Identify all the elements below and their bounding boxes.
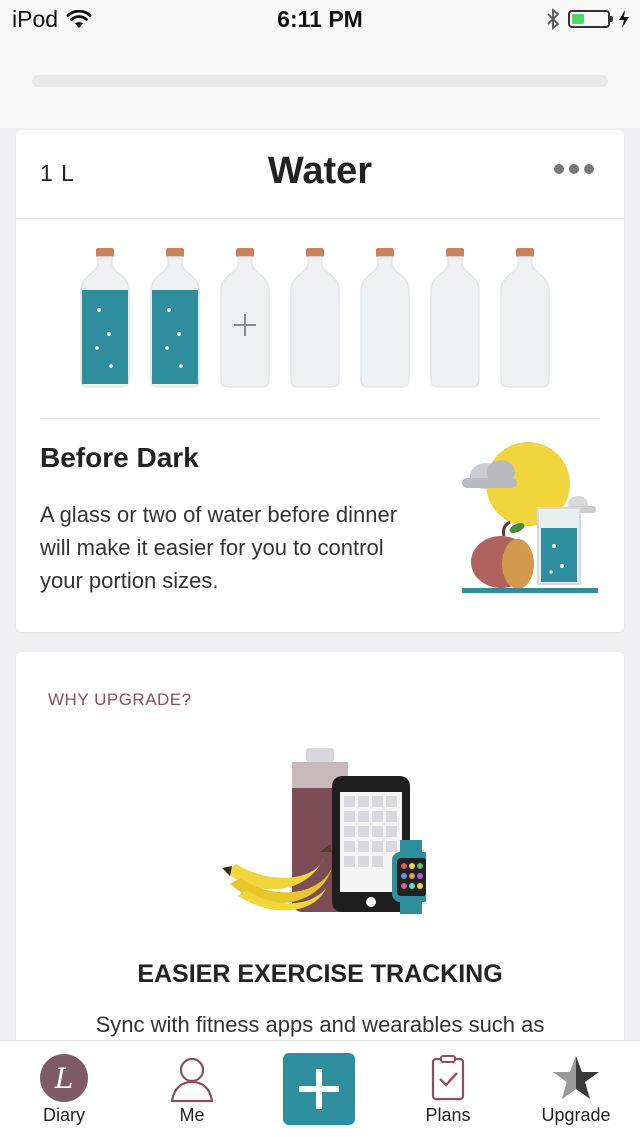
- water-bottle-empty: [430, 248, 480, 388]
- divider: [40, 418, 600, 419]
- upgrade-body: Sync with fitness apps and wearables suc…: [95, 1012, 545, 1037]
- add-water-bottle[interactable]: [219, 248, 271, 388]
- tab-upgrade-label: Upgrade: [541, 1105, 611, 1125]
- tip-title: Before Dark: [40, 442, 199, 473]
- water-bottle-filled: [150, 248, 200, 388]
- water-bottle-empty: [360, 248, 410, 388]
- tab-plans-label: Plans: [425, 1105, 471, 1125]
- plus-icon: [299, 1069, 339, 1109]
- upgrade-title: EASIER EXERCISE TRACKING: [137, 960, 503, 988]
- tab-me-label: Me: [179, 1105, 205, 1125]
- status-right: [546, 7, 630, 31]
- person-icon: [170, 1057, 214, 1103]
- add-button[interactable]: [283, 1053, 355, 1125]
- water-bottles: [79, 248, 559, 388]
- bluetooth-icon: [547, 8, 560, 30]
- tab-upgrade[interactable]: Upgrade: [512, 1041, 640, 1137]
- upgrade-card[interactable]: WHY UPGRADE? EASIER EXERCISE TRACKING Sy…: [16, 652, 624, 1072]
- tab-diary-label: Diary: [42, 1105, 85, 1125]
- diary-logo-icon: L: [40, 1054, 88, 1102]
- star-icon: [553, 1056, 599, 1099]
- clipboard-icon: [431, 1055, 465, 1101]
- status-bar: iPod 6:11 PM: [0, 0, 640, 40]
- status-time: 6:11 PM: [277, 6, 363, 32]
- svg-text:L: L: [54, 1062, 74, 1095]
- water-bottle-empty: [500, 248, 550, 388]
- water-bottle-empty: [290, 248, 340, 388]
- date-scroller[interactable]: [32, 75, 608, 87]
- charging-icon: [619, 10, 629, 28]
- water-bottle-filled: [80, 248, 130, 388]
- water-card-header: 1 L Water: [16, 130, 624, 219]
- why-upgrade-label: WHY UPGRADE?: [48, 690, 192, 709]
- header-strip: [0, 40, 640, 128]
- tip-body: A glass or two of water before dinner wi…: [40, 502, 398, 593]
- water-card: 1 L Water Before Dark A glass or two of …: [16, 130, 624, 632]
- water-title: Water: [267, 150, 373, 192]
- tab-plans[interactable]: Plans: [384, 1041, 512, 1137]
- tab-diary[interactable]: L Diary: [0, 1041, 128, 1137]
- upgrade-illustration: [222, 748, 426, 914]
- battery-icon: [568, 10, 613, 28]
- more-options-icon[interactable]: [554, 164, 594, 174]
- tab-bar: L Diary Me Plans Upgrade: [0, 1040, 640, 1137]
- tip-illustration: [462, 442, 598, 593]
- tab-me[interactable]: Me: [128, 1041, 256, 1137]
